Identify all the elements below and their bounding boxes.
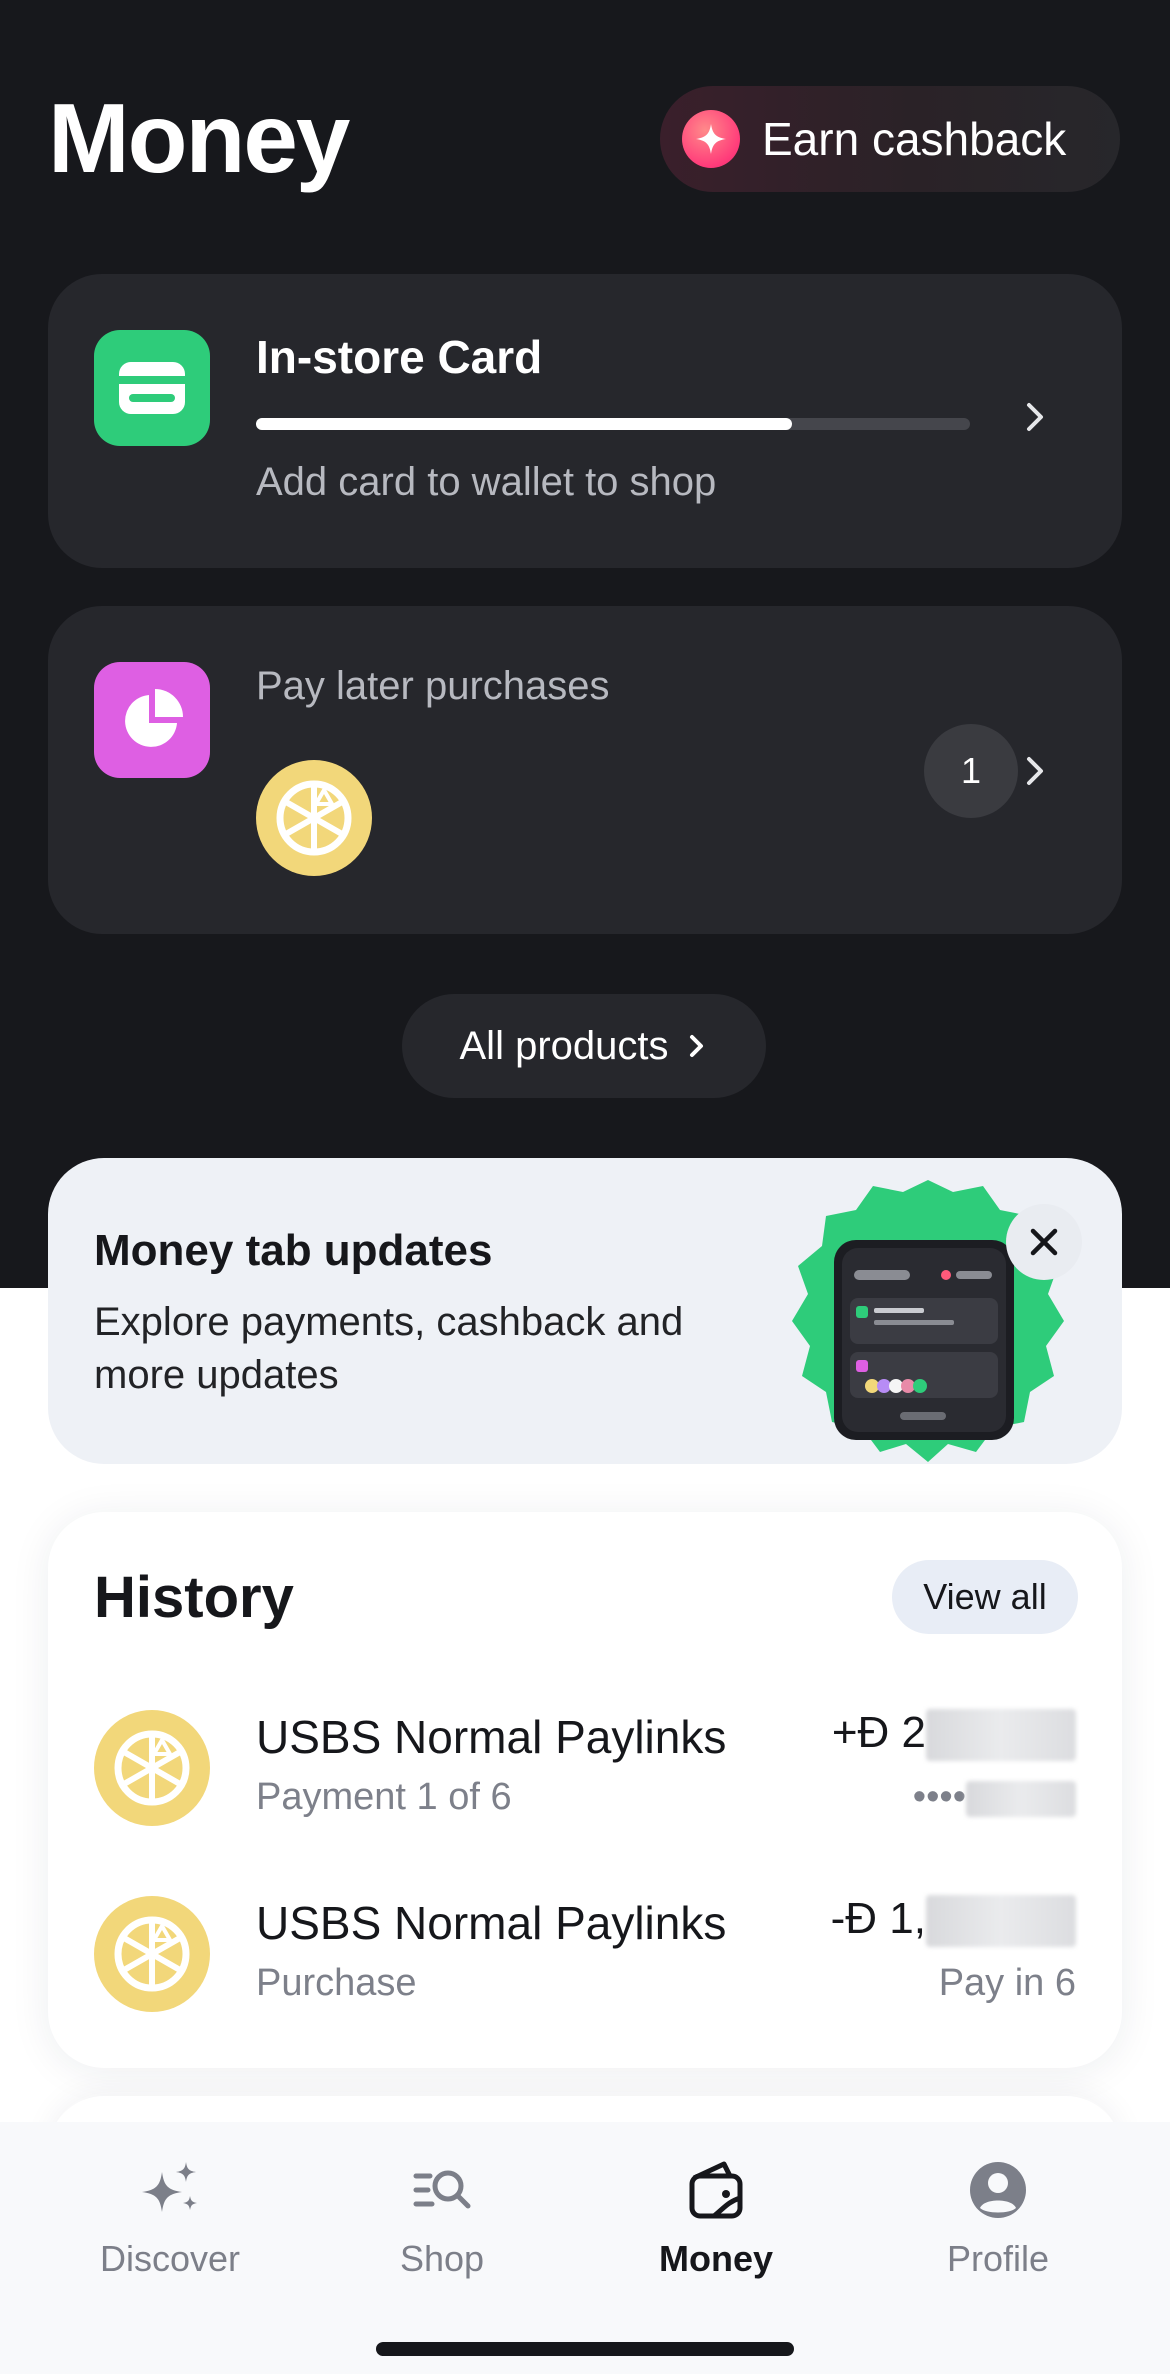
history-card: History View all USBS Normal Paylinks Pa… [48,1512,1122,2068]
merchant-logo [94,1896,210,2012]
close-icon [1030,1228,1058,1256]
home-indicator [376,2342,794,2356]
in-store-card-subtitle: Add card to wallet to shop [256,460,717,504]
tab-shop-label: Shop [399,2238,485,2279]
earn-cashback-label: Earn cashback [762,113,1067,165]
transaction-amount: +Ð 2 [831,1708,1076,1762]
wallet-icon [689,2161,743,2219]
tab-shop[interactable]: Shop [322,2158,562,2280]
updates-title: Money tab updates [94,1226,493,1275]
tab-profile-label: Profile [946,2238,1050,2279]
history-title: History [94,1565,294,1630]
tab-money-label: Money [658,2238,773,2279]
sparkles-icon [142,2162,197,2212]
redacted-amount [926,1709,1076,1762]
transaction-merchant: USBS Normal Paylinks [256,1711,727,1763]
setup-progress-fill [256,418,792,430]
transaction-description: Payment 1 of 6 [256,1776,512,1818]
sparkle-icon [682,110,740,168]
transaction-merchant: USBS Normal Paylinks [256,1897,727,1949]
in-store-card-title: In-store Card [256,331,543,383]
all-products-label: All products [459,1023,669,1068]
profile-icon [970,2162,1026,2218]
view-all-button[interactable]: View all [892,1560,1078,1634]
transaction-amount-visible: +Ð 2 [831,1708,926,1757]
pay-later-title: Pay later purchases [256,664,610,708]
transaction-amount-visible: -Ð 1, [830,1894,926,1943]
merchant-logo [94,1710,210,1826]
all-products-button[interactable]: All products [402,994,766,1098]
chevron-right-icon [1027,403,1043,431]
redacted-card [966,1780,1076,1817]
tab-money[interactable]: Money [596,2158,836,2280]
chevron-right-icon [690,1035,704,1057]
card-icon [94,330,210,446]
redacted-amount [926,1895,1076,1948]
pie-chart-icon [94,662,210,778]
transaction-plan: Pay in 6 [938,1962,1076,2004]
updates-body: Explore payments, cashback and more upda… [94,1300,684,1397]
merchant-logo [256,760,372,876]
masked-card-dots: •••• [912,1776,966,1818]
earn-cashback-button[interactable]: Earn cashback [660,86,1120,192]
money-tab-updates-banner[interactable]: Money tab updates Explore payments, cash… [48,1158,1122,1464]
search-list-icon [413,2170,471,2209]
transaction-description: Purchase [256,1962,417,2004]
page-title: Money [48,83,350,193]
setup-progress-bar [256,418,970,430]
close-updates-button[interactable] [1006,1204,1082,1280]
pay-later-card[interactable]: Pay later purchases 1 [48,606,1122,934]
bottom-tab-bar: Discover Shop Money Profile [0,2122,1170,2374]
tab-profile[interactable]: Profile [878,2158,1118,2280]
in-store-card[interactable]: In-store Card Add card to wallet to shop [48,274,1122,568]
tab-discover[interactable]: Discover [50,2158,290,2280]
pay-later-count-badge: 1 [924,724,1018,818]
transaction-amount: -Ð 1, [830,1894,1076,1948]
tab-discover-label: Discover [99,2238,241,2279]
chevron-right-icon [1027,757,1043,785]
transaction-card: •••• [913,1776,1076,1819]
